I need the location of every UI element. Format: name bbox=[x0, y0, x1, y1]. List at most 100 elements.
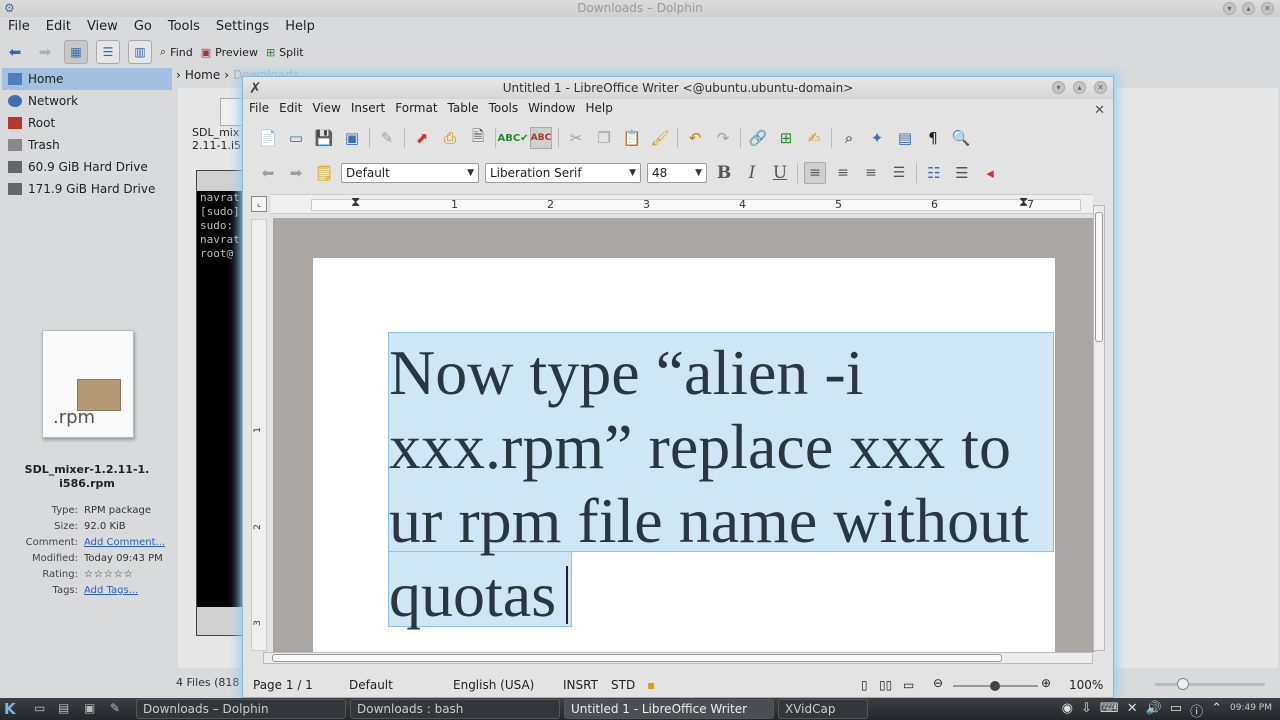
back-arrow-icon[interactable]: ⬅ bbox=[4, 41, 26, 63]
menu-window[interactable]: Window bbox=[528, 101, 575, 115]
slider-knob[interactable] bbox=[1177, 678, 1189, 690]
notifications-icon[interactable]: ⓘ bbox=[1190, 701, 1203, 720]
clone-formatting-icon[interactable]: 🖌 bbox=[649, 127, 671, 149]
align-right-icon[interactable]: ≡ bbox=[860, 162, 882, 184]
menu-help[interactable]: Help bbox=[585, 101, 612, 115]
font-size-select[interactable]: 48 ▼ bbox=[647, 163, 707, 183]
zoom-icon[interactable]: 🔍 bbox=[950, 127, 972, 149]
minimize-icon[interactable]: ▾ bbox=[1052, 81, 1065, 94]
file-item[interactable]: SDL_mix 2.11-1.i5 bbox=[192, 98, 244, 152]
scrollbar-thumb[interactable] bbox=[1095, 212, 1103, 342]
show-desktop-icon[interactable]: ▭ bbox=[34, 701, 45, 715]
minimize-icon[interactable]: ▾ bbox=[1223, 2, 1236, 15]
forward-arrow-icon[interactable]: ➡ bbox=[34, 41, 56, 63]
places-item-trash[interactable]: Trash bbox=[2, 134, 172, 156]
document-body-text[interactable]: Now type “alien -i xxx.rpm” replace xxx … bbox=[389, 336, 1049, 632]
dolphin-titlebar[interactable]: ⚙ Downloads – Dolphin ▾ ▴ ✕ bbox=[0, 0, 1280, 17]
menu-table[interactable]: Table bbox=[448, 101, 479, 115]
places-item-network[interactable]: Network bbox=[2, 90, 172, 112]
open-icon[interactable]: ▭ bbox=[285, 127, 307, 149]
network-icon[interactable]: ◉ bbox=[1062, 701, 1073, 720]
keyboard-icon[interactable]: ⌨ bbox=[1100, 701, 1119, 720]
volume-icon[interactable]: 🔊 bbox=[1146, 701, 1162, 720]
table-icon[interactable]: ⊞ bbox=[775, 127, 797, 149]
close-document-icon[interactable]: ✕ bbox=[1094, 103, 1105, 118]
scrollbar-thumb[interactable] bbox=[272, 654, 1002, 662]
menu-tools[interactable]: Tools bbox=[168, 17, 208, 37]
save-icon[interactable]: 💾 bbox=[313, 127, 335, 149]
close-icon[interactable]: ✕ bbox=[1094, 81, 1107, 94]
chevron-up-icon[interactable]: ⌃ bbox=[1211, 701, 1222, 720]
breadcrumb-home[interactable]: Home bbox=[185, 68, 220, 82]
writer-titlebar[interactable]: ✗ Untitled 1 - LibreOffice Writer <@ubun… bbox=[243, 77, 1113, 99]
task-dolphin[interactable]: Downloads – Dolphin bbox=[136, 699, 346, 719]
menu-tools[interactable]: Tools bbox=[489, 101, 519, 115]
menu-go[interactable]: Go bbox=[134, 17, 160, 37]
print-icon[interactable]: ⎙ bbox=[439, 127, 461, 149]
places-item-drive-2[interactable]: 171.9 GiB Hard Drive bbox=[2, 178, 172, 200]
find-button[interactable]: ⌕ Find bbox=[160, 45, 193, 59]
monitor-icon[interactable]: ▭ bbox=[1170, 701, 1182, 720]
email-icon[interactable]: ▣ bbox=[341, 127, 363, 149]
vertical-ruler[interactable]: 1 2 3 bbox=[251, 219, 267, 651]
menu-help[interactable]: Help bbox=[285, 17, 323, 37]
menu-view[interactable]: View bbox=[87, 17, 126, 37]
zoom-level[interactable]: 100% bbox=[1069, 678, 1103, 692]
dolphin-zoom-slider[interactable] bbox=[1155, 678, 1275, 690]
insert-mode[interactable]: INSRT bbox=[563, 678, 598, 692]
autospellcheck-icon[interactable]: ABC bbox=[530, 127, 552, 149]
cut-icon[interactable]: ✂ bbox=[565, 127, 587, 149]
find-replace-icon[interactable]: ⌕ bbox=[838, 127, 860, 149]
columns-view-button[interactable]: ▥ bbox=[128, 40, 152, 64]
show-draw-functions-icon[interactable]: ✍ bbox=[803, 127, 825, 149]
paste-icon[interactable]: 📋 bbox=[621, 127, 643, 149]
left-indent-marker[interactable]: ⧗ bbox=[351, 195, 360, 210]
places-item-home[interactable]: Home bbox=[2, 68, 172, 90]
styles-formatting-icon[interactable]: 🗒 bbox=[313, 162, 335, 184]
copy-icon[interactable]: ❐ bbox=[593, 127, 615, 149]
right-indent-marker[interactable]: ⧗ bbox=[1019, 195, 1028, 210]
language-indicator[interactable]: English (USA) bbox=[453, 678, 534, 692]
folder-icon[interactable]: ▤ bbox=[58, 701, 69, 715]
bold-icon[interactable]: B bbox=[713, 162, 735, 184]
close-icon[interactable]: ✕ bbox=[1261, 2, 1274, 15]
align-center-icon[interactable]: ≡ bbox=[832, 162, 854, 184]
tools-icon[interactable]: ✎ bbox=[110, 701, 120, 715]
underline-icon[interactable]: U bbox=[769, 162, 791, 184]
menu-edit[interactable]: Edit bbox=[46, 17, 79, 37]
icons-view-button[interactable]: ▦ bbox=[64, 40, 88, 64]
split-button[interactable]: ⊞ Split bbox=[266, 46, 304, 59]
font-name-select[interactable]: Liberation Serif ▼ bbox=[485, 163, 641, 183]
tab-stop-type-button[interactable]: ⌞ bbox=[251, 196, 267, 212]
menu-file[interactable]: File bbox=[249, 101, 269, 115]
menu-edit[interactable]: Edit bbox=[279, 101, 302, 115]
places-item-drive-1[interactable]: 60.9 GiB Hard Drive bbox=[2, 156, 172, 178]
book-view-icon[interactable]: ▭ bbox=[903, 678, 914, 692]
maximize-icon[interactable]: ▴ bbox=[1073, 81, 1086, 94]
zoom-slider[interactable]: ⊖ ⊕ bbox=[933, 676, 1053, 694]
document-page[interactable]: Now type “alien -i xxx.rpm” replace xxx … bbox=[313, 258, 1055, 652]
menu-format[interactable]: Format bbox=[395, 101, 437, 115]
menu-settings[interactable]: Settings bbox=[216, 17, 277, 37]
tools-icon[interactable]: ✕ bbox=[1127, 701, 1138, 720]
redo-icon[interactable]: ↷ bbox=[712, 127, 734, 149]
paragraph-style-select[interactable]: Default ▼ bbox=[341, 163, 479, 183]
document-area[interactable]: Now type “alien -i xxx.rpm” replace xxx … bbox=[273, 218, 1095, 652]
horizontal-scrollbar[interactable] bbox=[263, 652, 1093, 664]
vertical-scrollbar[interactable] bbox=[1093, 205, 1105, 651]
page-style[interactable]: Default bbox=[349, 678, 393, 692]
task-bash[interactable]: Downloads : bash bbox=[350, 699, 560, 719]
italic-icon[interactable]: I bbox=[741, 162, 763, 184]
justify-icon[interactable]: ☰ bbox=[888, 162, 910, 184]
places-item-root[interactable]: Root bbox=[2, 112, 172, 134]
hyperlink-icon[interactable]: 🔗 bbox=[747, 127, 769, 149]
decrease-indent-icon[interactable]: ◂ bbox=[979, 162, 1001, 184]
menu-view[interactable]: View bbox=[312, 101, 340, 115]
task-xvidcap[interactable]: XVidCap bbox=[778, 699, 868, 719]
maximize-icon[interactable]: ▴ bbox=[1242, 2, 1255, 15]
new-document-icon[interactable]: 📄 bbox=[257, 127, 279, 149]
preview-button[interactable]: ▣ Preview bbox=[201, 46, 258, 59]
add-comment-link[interactable]: Add Comment... bbox=[84, 537, 165, 548]
details-view-button[interactable]: ☰ bbox=[96, 40, 120, 64]
task-writer[interactable]: Untitled 1 - LibreOffice Writer bbox=[564, 699, 774, 719]
